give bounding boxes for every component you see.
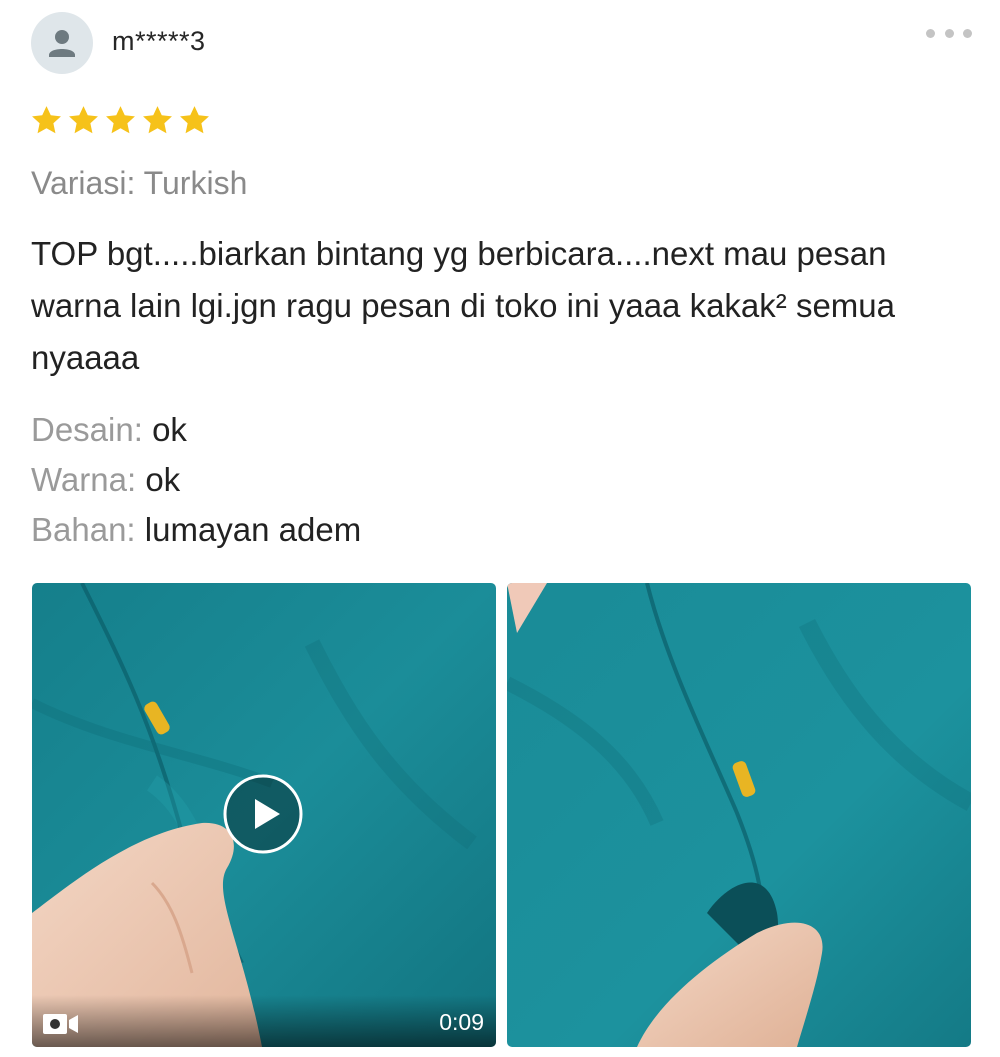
attribute-label: Warna: xyxy=(31,461,137,498)
video-duration: 0:09 xyxy=(439,1009,484,1035)
review-attributes: Desain: ok Warna: ok Bahan: lumayan adem xyxy=(31,405,361,555)
star-icon xyxy=(143,106,172,134)
video-camera-icon xyxy=(43,1014,78,1034)
star-rating xyxy=(30,104,211,138)
play-icon[interactable] xyxy=(222,773,304,855)
attribute-value: ok xyxy=(145,461,181,498)
attribute-value: ok xyxy=(152,411,187,448)
more-icon[interactable] xyxy=(926,22,972,44)
avatar[interactable] xyxy=(31,12,93,74)
variation-label: Variasi: Turkish xyxy=(31,165,248,201)
star-icon xyxy=(32,106,61,134)
review-photo-thumbnail[interactable] xyxy=(507,583,971,1047)
fabric-photo xyxy=(507,583,971,1047)
star-icon xyxy=(106,106,135,134)
attribute-row-design: Desain: ok xyxy=(31,405,361,455)
video-info-bar: 0:09 xyxy=(32,995,496,1047)
attribute-label: Desain: xyxy=(31,411,143,448)
review-text: TOP bgt.....biarkan bintang yg berbicara… xyxy=(31,235,895,376)
reviewer-username: m*****3 xyxy=(112,26,206,56)
attribute-row-material: Bahan: lumayan adem xyxy=(31,505,361,555)
attribute-value: lumayan adem xyxy=(144,511,362,548)
star-icon xyxy=(69,106,98,134)
attribute-label: Bahan: xyxy=(31,511,136,548)
review-video-thumbnail[interactable]: 0:09 xyxy=(32,583,496,1047)
person-icon xyxy=(49,30,75,57)
star-icon xyxy=(180,106,209,134)
attribute-row-color: Warna: ok xyxy=(31,455,361,505)
